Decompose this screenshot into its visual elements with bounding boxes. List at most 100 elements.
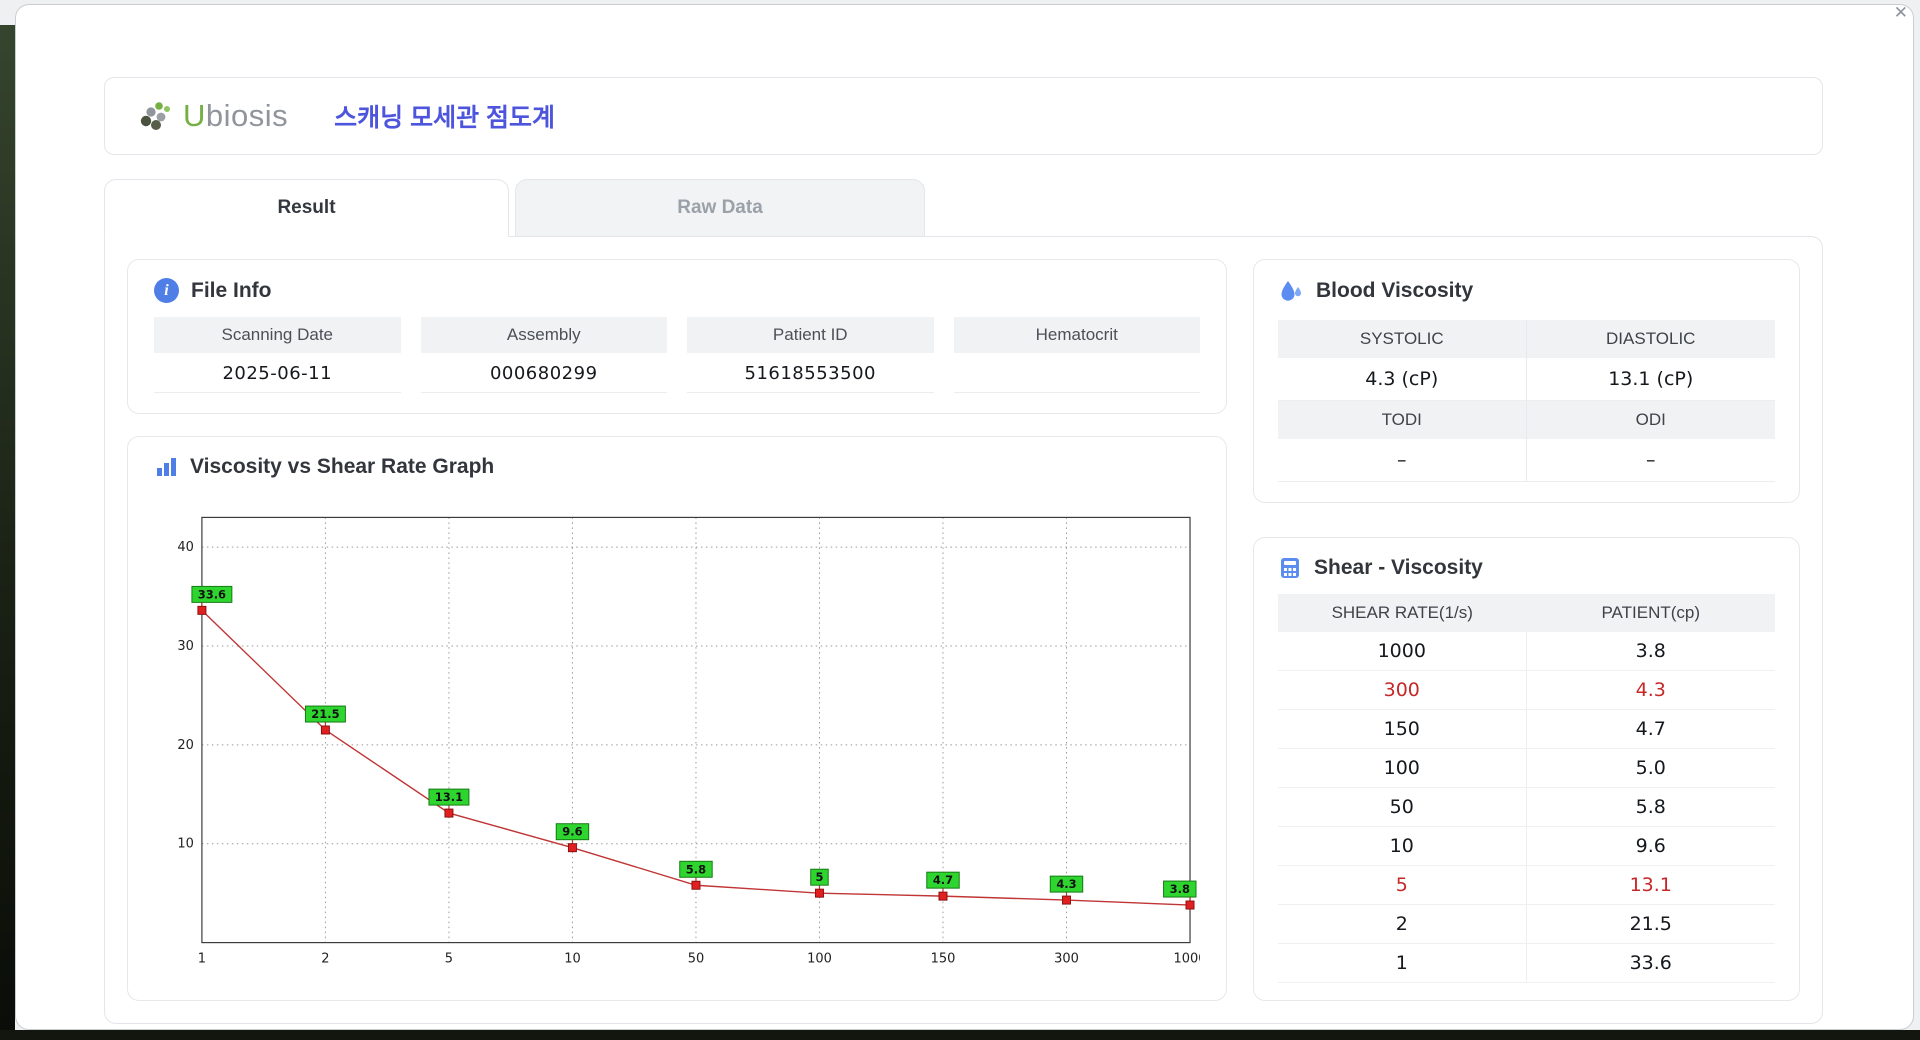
desktop-background-bottom xyxy=(0,1030,1920,1040)
shear-rate-cell: 5 xyxy=(1278,866,1527,905)
field-label: Hematocrit xyxy=(953,317,1200,353)
app-title: 스캐닝 모세관 점도계 xyxy=(334,104,556,132)
field-assembly: Assembly 000680299 xyxy=(420,317,667,393)
patient-header: PATIENT(cp) xyxy=(1601,603,1701,622)
svg-text:5: 5 xyxy=(815,870,823,884)
svg-text:100: 100 xyxy=(807,952,832,967)
ubiosis-logo: Ubiosis xyxy=(135,96,288,136)
graph-title: Viscosity vs Shear Rate Graph xyxy=(190,455,495,478)
shear-table-row: 50 5.8 xyxy=(1278,788,1775,827)
ubiosis-logo-icon xyxy=(140,102,170,130)
shear-table-row: 300 4.3 xyxy=(1278,671,1775,710)
svg-text:30: 30 xyxy=(177,639,194,654)
shear-table-body: 1000 3.8 300 4.3 150 4.7 100 5.0 50 5.8 10 9.6 5 13.1… xyxy=(1278,632,1775,983)
tab-result[interactable]: Result xyxy=(104,179,509,237)
patient-viscosity-cell: 9.6 xyxy=(1526,827,1775,866)
field-value: 51618553500 xyxy=(687,353,934,393)
graph-title-row: Viscosity vs Shear Rate Graph xyxy=(154,455,1200,479)
patient-viscosity-cell: 13.1 xyxy=(1526,866,1775,905)
shear-rate-cell: 300 xyxy=(1278,671,1527,710)
odi-value: – xyxy=(1526,439,1775,482)
svg-text:21.5: 21.5 xyxy=(311,707,339,721)
todi-value: – xyxy=(1278,439,1527,482)
header: Ubiosis 스캐닝 모세관 점도계 xyxy=(104,77,1823,155)
svg-text:50: 50 xyxy=(688,952,705,967)
patient-viscosity-cell: 4.3 xyxy=(1526,671,1775,710)
field-value: 000680299 xyxy=(420,353,667,393)
shear-rate-cell: 100 xyxy=(1278,749,1527,788)
file-info-title-row: i File Info xyxy=(154,278,1200,303)
logo-text-u: U xyxy=(183,98,206,133)
file-info-fields: Scanning Date 2025-06-11 Assembly 000680… xyxy=(154,317,1200,393)
svg-text:10: 10 xyxy=(177,837,194,852)
tab-raw-data[interactable]: Raw Data xyxy=(515,179,925,237)
viscosity-chart: 10 20 30 40 1 2 5 10 50 100 150 300 1000 33.6 21.5 13.1… xyxy=(177,516,1200,967)
shear-table-row: 1 33.6 xyxy=(1278,944,1775,983)
bv-value-row: 4.3 (cP) 13.1 (cP) xyxy=(1278,358,1775,401)
svg-text:3.8: 3.8 xyxy=(1170,882,1190,896)
svg-text:20: 20 xyxy=(177,738,194,753)
svg-text:1000: 1000 xyxy=(1174,952,1200,967)
blood-viscosity-card: Blood Viscosity SYSTOLIC DIASTOLIC 4.3 (… xyxy=(1253,259,1800,503)
patient-viscosity-cell: 33.6 xyxy=(1526,944,1775,983)
svg-text:5.8: 5.8 xyxy=(686,862,706,876)
blood-viscosity-grid: SYSTOLIC DIASTOLIC 4.3 (cP) 13.1 (cP) TO… xyxy=(1278,320,1775,482)
right-column: Blood Viscosity SYSTOLIC DIASTOLIC 4.3 (… xyxy=(1253,259,1800,1001)
field-value: 2025-06-11 xyxy=(154,353,401,393)
shear-viscosity-card: Shear - Viscosity SHEAR RATE(1/s) PATIEN… xyxy=(1253,537,1800,1001)
svg-text:4.3: 4.3 xyxy=(1056,877,1076,891)
field-value xyxy=(953,353,1200,393)
bv-header-row: TODI ODI xyxy=(1278,401,1775,439)
svg-text:40: 40 xyxy=(177,540,194,555)
file-info-title: File Info xyxy=(191,278,272,302)
shear-table-row: 2 21.5 xyxy=(1278,905,1775,944)
close-icon[interactable]: ✕ xyxy=(1894,4,1908,21)
droplet-icon xyxy=(1281,281,1301,301)
graph-card: Viscosity vs Shear Rate Graph 10 20 30 40 1 2… xyxy=(127,436,1227,1001)
blood-viscosity-title-row: Blood Viscosity xyxy=(1278,278,1775,304)
shear-rate-cell: 1000 xyxy=(1278,632,1527,671)
svg-text:300: 300 xyxy=(1054,952,1079,967)
shear-rate-cell: 150 xyxy=(1278,710,1527,749)
todi-label: TODI xyxy=(1278,401,1527,439)
file-info-card: i File Info Scanning Date 2025-06-11 Ass… xyxy=(127,259,1227,414)
logo-text-rest: biosis xyxy=(205,98,289,133)
patient-viscosity-cell: 21.5 xyxy=(1526,905,1775,944)
diastolic-value: 13.1 (cP) xyxy=(1526,358,1775,401)
blood-viscosity-title: Blood Viscosity xyxy=(1316,279,1474,302)
info-icon: i xyxy=(154,278,179,303)
svg-text:1: 1 xyxy=(198,952,206,967)
svg-text:4.7: 4.7 xyxy=(933,873,953,887)
diastolic-label: DIASTOLIC xyxy=(1526,320,1775,358)
field-patient-id: Patient ID 51618553500 xyxy=(687,317,934,393)
systolic-value: 4.3 (cP) xyxy=(1278,358,1527,401)
svg-text:9.6: 9.6 xyxy=(562,825,582,839)
svg-text:5: 5 xyxy=(445,952,453,967)
shear-rate-cell: 2 xyxy=(1278,905,1527,944)
content-panel: i File Info Scanning Date 2025-06-11 Ass… xyxy=(104,236,1823,1024)
field-label: Assembly xyxy=(420,317,667,353)
field-scanning-date: Scanning Date 2025-06-11 xyxy=(154,317,401,393)
svg-text:33.6: 33.6 xyxy=(198,587,226,601)
field-label: Scanning Date xyxy=(154,317,401,353)
shear-table-header: SHEAR RATE(1/s) PATIENT(cp) xyxy=(1278,594,1775,632)
svg-text:150: 150 xyxy=(931,952,956,967)
systolic-label: SYSTOLIC xyxy=(1278,320,1527,358)
bv-value-row: – – xyxy=(1278,439,1775,482)
shear-viscosity-title-row: Shear - Viscosity xyxy=(1278,556,1775,580)
shear-viscosity-table: SHEAR RATE(1/s) PATIENT(cp) 1000 3.8 300 4.… xyxy=(1278,594,1775,983)
shear-rate-cell: 1 xyxy=(1278,944,1527,983)
svg-text:10: 10 xyxy=(564,952,581,967)
shear-table-row: 100 5.0 xyxy=(1278,749,1775,788)
patient-viscosity-cell: 5.8 xyxy=(1526,788,1775,827)
shear-rate-cell: 50 xyxy=(1278,788,1527,827)
shear-viscosity-title: Shear - Viscosity xyxy=(1314,556,1483,579)
svg-text:13.1: 13.1 xyxy=(435,790,463,804)
patient-viscosity-cell: 5.0 xyxy=(1526,749,1775,788)
shear-table-row: 5 13.1 xyxy=(1278,866,1775,905)
shear-rate-header: SHEAR RATE(1/s) xyxy=(1331,603,1473,622)
shear-table-row: 150 4.7 xyxy=(1278,710,1775,749)
patient-viscosity-cell: 3.8 xyxy=(1526,632,1775,671)
shear-table-row: 1000 3.8 xyxy=(1278,632,1775,671)
logo-text: Ubiosis xyxy=(183,98,288,134)
